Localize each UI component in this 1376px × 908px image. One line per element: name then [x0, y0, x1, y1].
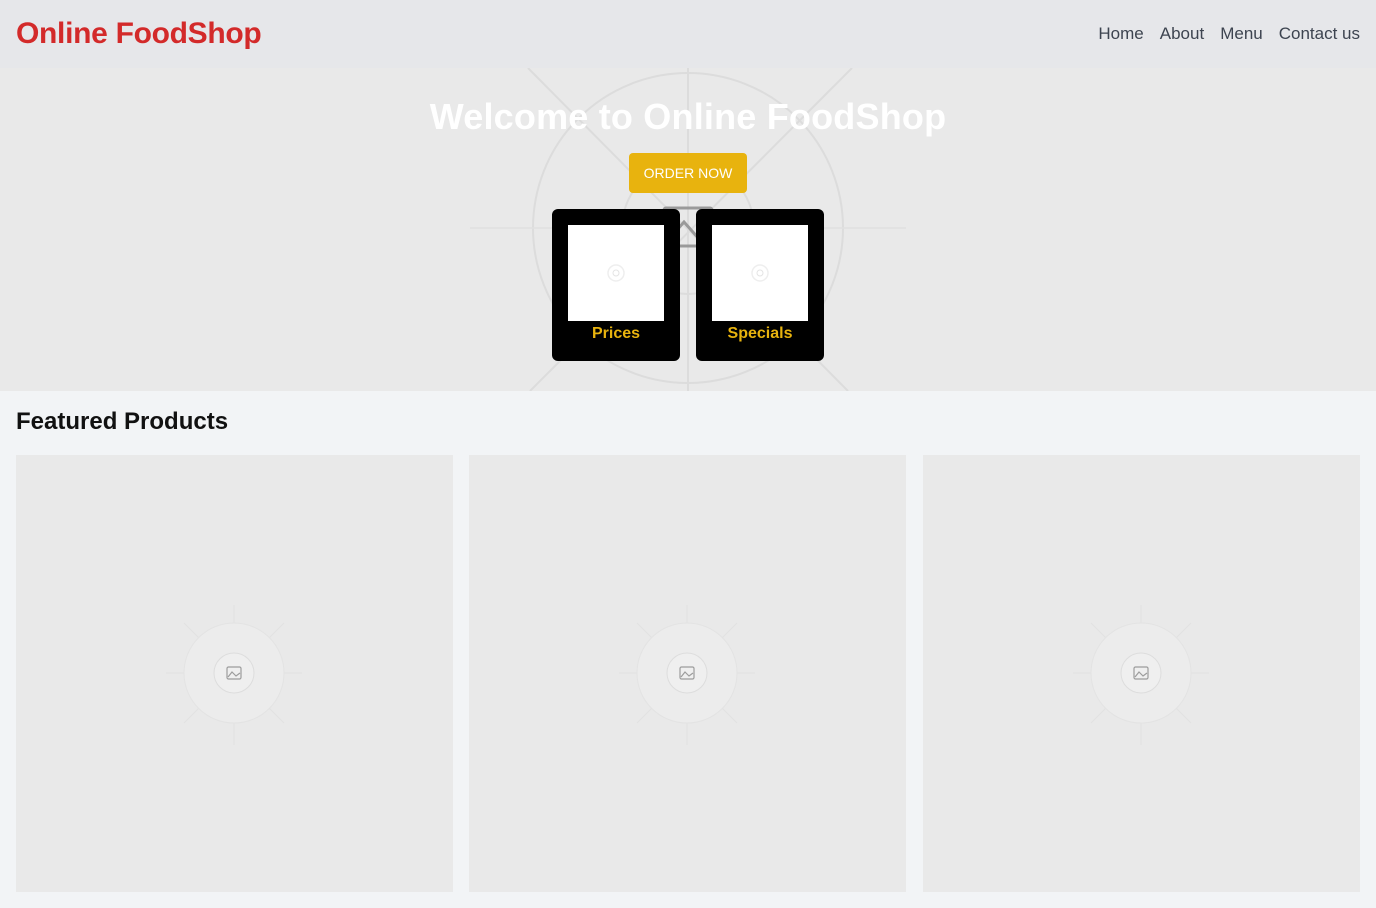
prices-card-label: Prices	[591, 325, 641, 342]
nav-about-link[interactable]: About	[1160, 24, 1204, 44]
hero-banner: Welcome to Online FoodShop ORDER NOW Pri…	[0, 68, 1376, 391]
featured-product-card[interactable]	[469, 455, 906, 892]
featured-product-card[interactable]	[16, 455, 453, 892]
featured-products-title: Featured Products	[16, 408, 229, 435]
featured-product-card[interactable]	[923, 455, 1360, 892]
product-image-placeholder	[166, 605, 302, 745]
prices-card[interactable]: Prices	[552, 209, 680, 361]
image-placeholder-icon	[751, 264, 769, 282]
main-nav: Home About Menu Contact us	[1098, 24, 1360, 44]
product-image-placeholder	[1073, 605, 1209, 745]
nav-contact-link[interactable]: Contact us	[1279, 24, 1360, 44]
specials-card[interactable]: Specials	[696, 209, 824, 361]
order-now-button[interactable]: ORDER NOW	[629, 153, 747, 193]
specials-card-label: Specials	[727, 325, 793, 342]
hero-title: Welcome to Online FoodShop	[429, 96, 947, 137]
product-image-placeholder	[619, 605, 755, 745]
nav-menu-link[interactable]: Menu	[1220, 24, 1263, 44]
specials-card-thumbnail	[712, 225, 808, 321]
image-placeholder-icon	[607, 264, 625, 282]
site-header: Online FoodShop Home About Menu Contact …	[0, 0, 1376, 68]
nav-home-link[interactable]: Home	[1098, 24, 1143, 44]
prices-card-thumbnail	[568, 225, 664, 321]
brand-logo[interactable]: Online FoodShop	[16, 17, 262, 51]
